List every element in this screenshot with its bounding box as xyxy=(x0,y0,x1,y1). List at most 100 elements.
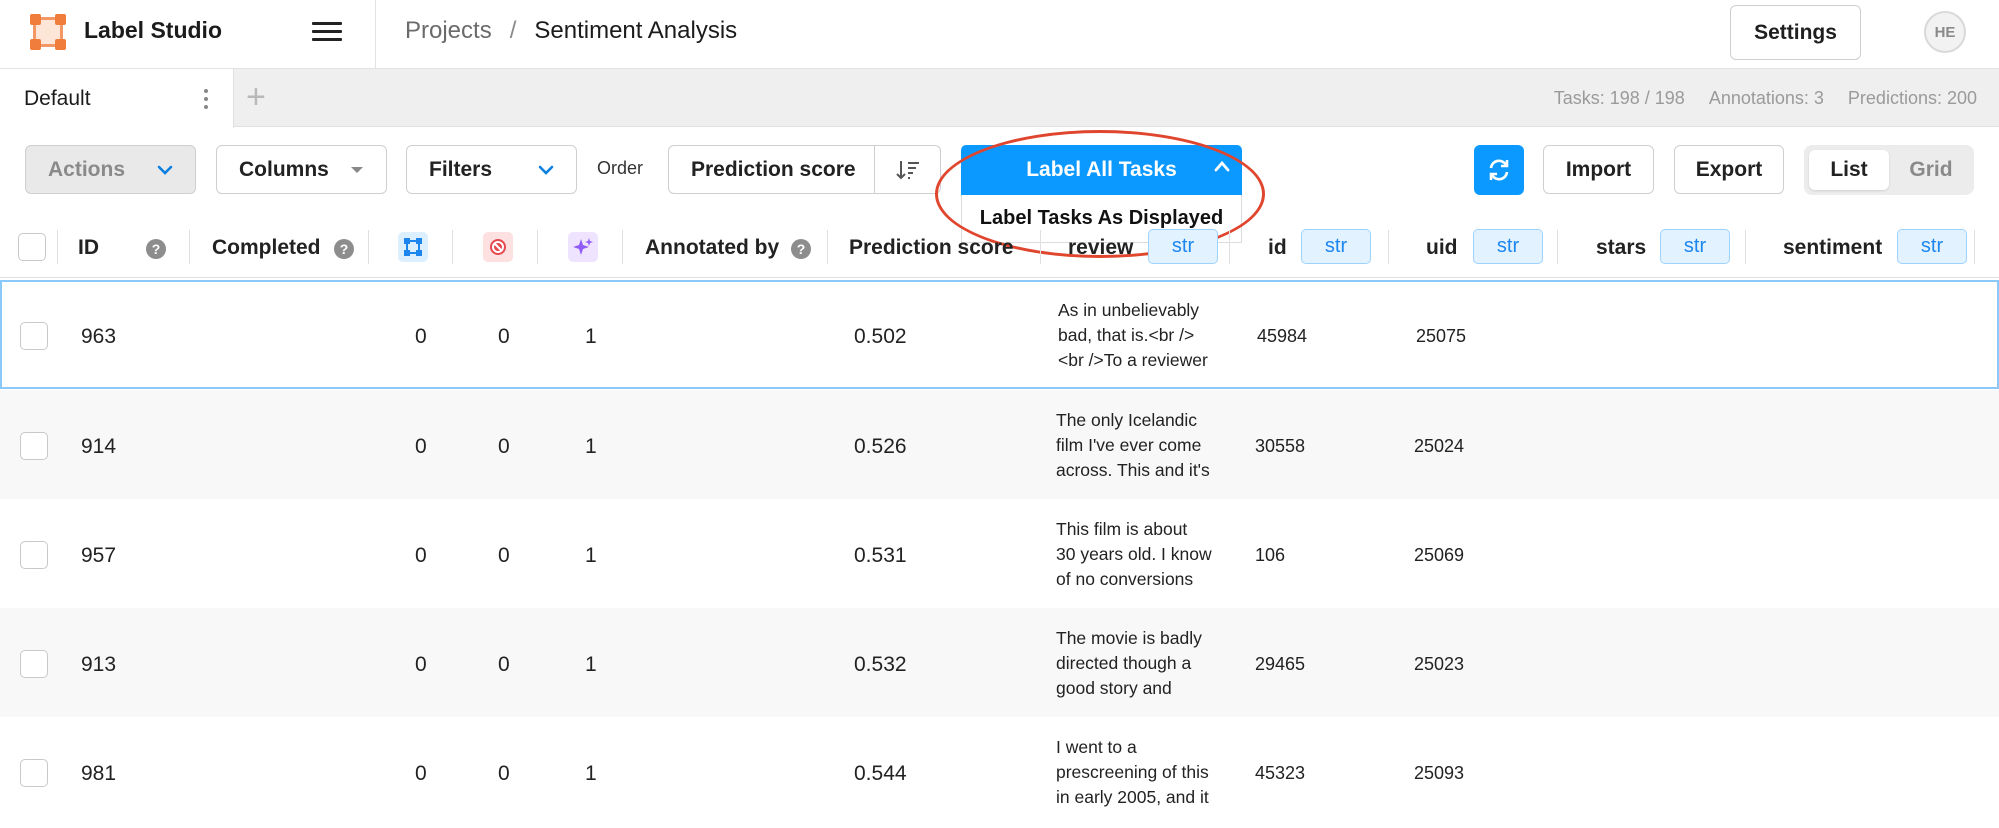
help-icon[interactable]: ? xyxy=(334,239,354,259)
refresh-button[interactable] xyxy=(1474,145,1524,195)
annotations-icon[interactable] xyxy=(398,232,428,262)
table-header: ID ? Completed ? Annotated by ? Predicti… xyxy=(0,218,1999,278)
row-cancelled: 0 xyxy=(498,653,510,676)
help-icon[interactable]: ? xyxy=(146,239,166,259)
actions-button[interactable]: Actions xyxy=(25,145,196,194)
order-select[interactable]: Prediction score xyxy=(668,145,941,194)
type-tag: str xyxy=(1148,229,1218,264)
row-review: The movie is badly directed though a good … xyxy=(1056,628,1202,698)
row-predictions: 1 xyxy=(585,762,597,785)
row-cancelled: 0 xyxy=(498,544,510,567)
help-icon[interactable]: ? xyxy=(791,239,811,259)
view-list-option[interactable]: List xyxy=(1809,150,1889,190)
order-label: Order xyxy=(597,158,644,178)
label-all-tasks-label: Label All Tasks xyxy=(1026,158,1177,181)
row-checkbox[interactable] xyxy=(20,541,48,569)
row-data-id: 106 xyxy=(1255,545,1286,565)
label-studio-logo-icon[interactable] xyxy=(30,14,66,50)
row-id: 963 xyxy=(81,325,117,348)
settings-button[interactable]: Settings xyxy=(1730,5,1861,60)
table-row[interactable]: 913 0 0 1 0.532 The movie is badly direct… xyxy=(0,608,1999,717)
menu-icon[interactable] xyxy=(312,18,342,46)
columns-button[interactable]: Columns xyxy=(216,145,387,194)
chevron-up-icon xyxy=(1214,160,1230,172)
column-prediction-score[interactable]: Prediction score xyxy=(849,236,1014,260)
row-checkbox[interactable] xyxy=(20,322,48,350)
column-stars[interactable]: stars xyxy=(1596,236,1646,260)
annotations-count: Annotations: 3 xyxy=(1708,88,1824,108)
chevron-down-icon xyxy=(538,165,554,175)
type-tag: str xyxy=(1473,229,1543,264)
column-id[interactable]: ID xyxy=(78,236,99,260)
tab-label: Default xyxy=(24,87,91,110)
view-toggle: List Grid xyxy=(1804,145,1974,195)
table-row[interactable]: 981 0 0 1 0.544 I went to a prescreening … xyxy=(0,717,1999,826)
column-review[interactable]: review xyxy=(1068,236,1133,260)
tab-default[interactable]: Default xyxy=(0,69,234,128)
table-row[interactable]: 914 0 0 1 0.526 The only Icelandic film I… xyxy=(0,390,1999,499)
breadcrumb-project: Sentiment Analysis xyxy=(534,17,738,44)
column-uid[interactable]: uid xyxy=(1426,236,1458,260)
breadcrumb-projects[interactable]: Projects xyxy=(405,17,492,44)
tasks-count: Tasks: 198 / 198 xyxy=(1553,88,1685,108)
order-value: Prediction score xyxy=(691,157,856,181)
row-data-id: 29465 xyxy=(1255,654,1306,674)
row-prediction-score: 0.532 xyxy=(854,653,907,676)
sort-direction-icon[interactable] xyxy=(874,146,940,193)
table-row[interactable]: 963 0 0 1 0.502 As in unbelievably bad, t… xyxy=(0,280,1999,389)
select-all-checkbox[interactable] xyxy=(18,233,46,261)
row-id: 914 xyxy=(81,435,117,458)
tab-menu-icon[interactable] xyxy=(198,87,214,111)
actions-label: Actions xyxy=(48,157,126,181)
cancelled-icon[interactable] xyxy=(483,232,513,262)
filters-button[interactable]: Filters xyxy=(406,145,577,194)
type-tag: str xyxy=(1301,229,1371,264)
row-id: 981 xyxy=(81,762,117,785)
tab-bar: Default + Tasks: 198 / 198 Annotations: … xyxy=(0,69,1999,128)
table-row[interactable]: 957 0 0 1 0.531 This film is about 30 yea… xyxy=(0,499,1999,608)
top-bar: Label Studio Projects / Sentiment Analysis… xyxy=(0,0,1999,69)
import-button[interactable]: Import xyxy=(1543,145,1654,194)
chevron-down-icon xyxy=(157,165,173,175)
row-prediction-score: 0.531 xyxy=(854,544,907,567)
row-predictions: 1 xyxy=(585,544,597,567)
label-all-tasks-button[interactable]: Label All Tasks xyxy=(961,145,1242,195)
predictions-count: Predictions: 200 xyxy=(1847,88,1977,108)
task-stats: Tasks: 198 / 198 Annotations: 3 Predicti… xyxy=(1554,88,1977,109)
caret-down-icon xyxy=(351,166,363,173)
filters-label: Filters xyxy=(429,157,493,181)
row-total-annotations: 0 xyxy=(415,544,427,567)
type-tag: str xyxy=(1660,229,1730,264)
row-prediction-score: 0.544 xyxy=(854,762,907,785)
row-checkbox[interactable] xyxy=(20,432,48,460)
row-review: The only Icelandic film I've ever come acr… xyxy=(1056,410,1210,480)
column-id-data[interactable]: id xyxy=(1268,236,1287,260)
view-grid-option[interactable]: Grid xyxy=(1892,150,1970,190)
row-id: 957 xyxy=(81,544,117,567)
predictions-icon[interactable] xyxy=(568,232,598,262)
row-uid: 25075 xyxy=(1416,326,1467,346)
row-uid: 25023 xyxy=(1414,654,1465,674)
row-predictions: 1 xyxy=(585,325,597,348)
app-title: Label Studio xyxy=(84,17,222,43)
add-tab-button[interactable]: + xyxy=(246,79,266,115)
column-completed[interactable]: Completed xyxy=(212,236,321,260)
row-predictions: 1 xyxy=(585,435,597,458)
breadcrumb: Projects / Sentiment Analysis xyxy=(405,17,737,45)
row-data-id: 45984 xyxy=(1257,326,1308,346)
column-annotated-by[interactable]: Annotated by xyxy=(645,236,779,260)
avatar[interactable]: HE xyxy=(1924,11,1966,53)
refresh-icon xyxy=(1489,159,1509,181)
row-total-annotations: 0 xyxy=(415,653,427,676)
row-total-annotations: 0 xyxy=(415,762,427,785)
row-id: 913 xyxy=(81,653,117,676)
column-sentiment[interactable]: sentiment xyxy=(1783,236,1882,260)
breadcrumb-separator: / xyxy=(509,17,517,44)
row-review: As in unbelievably bad, that is.<br /> <br… xyxy=(1058,300,1208,370)
row-total-annotations: 0 xyxy=(415,435,427,458)
export-button[interactable]: Export xyxy=(1674,145,1784,194)
row-predictions: 1 xyxy=(585,653,597,676)
row-review: This film is about 30 years old. I know of… xyxy=(1056,519,1212,589)
row-checkbox[interactable] xyxy=(20,650,48,678)
row-checkbox[interactable] xyxy=(20,759,48,787)
